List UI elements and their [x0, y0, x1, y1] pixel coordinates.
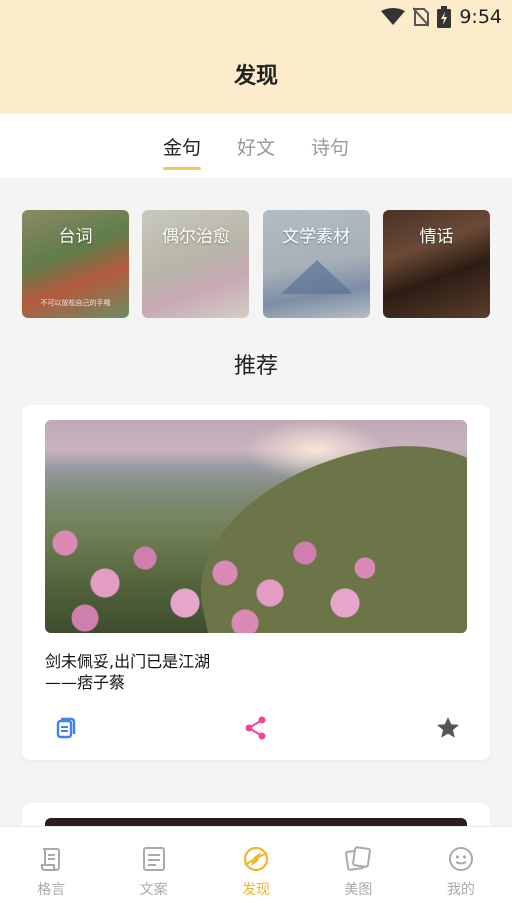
section-title: 推荐 [233, 354, 278, 379]
document-icon [142, 847, 165, 871]
tab-good-articles[interactable]: 好文 [237, 127, 275, 166]
nav-label: 文案 [139, 882, 168, 898]
card-actions [45, 715, 467, 741]
nav-label: 发现 [242, 882, 271, 898]
star-icon[interactable] [435, 715, 461, 741]
compass-icon [243, 846, 269, 872]
pictures-icon [345, 846, 372, 871]
flowers [45, 483, 375, 633]
category-label: 文学素材 [282, 227, 351, 247]
nav-label: 我的 [446, 882, 475, 898]
status-time: 9:54 [459, 6, 502, 28]
copy-icon[interactable] [51, 715, 77, 741]
tab-poetry[interactable]: 诗句 [311, 127, 349, 166]
category-tile-literary-material[interactable]: 文学素材 [262, 210, 370, 318]
category-label: 台词 [58, 227, 93, 247]
category-tile-lines[interactable]: 台词 不可以放松自己的手哦 [22, 210, 129, 318]
mountain-illustration [280, 260, 353, 294]
nav-label: 格言 [37, 882, 66, 898]
page-title: 发现 [233, 64, 278, 89]
status-icons: 9:54 [381, 4, 502, 30]
nav-item-copywriting[interactable]: 文案 [102, 827, 204, 911]
no-sim-icon [413, 7, 430, 27]
wifi-icon [381, 8, 406, 25]
category-tiles: 台词 不可以放松自己的手哦 偶尔治愈 文学素材 情话 [22, 210, 490, 318]
category-label: 情话 [419, 227, 454, 247]
nav-item-discover[interactable]: 发现 [205, 827, 307, 911]
card-image [45, 420, 467, 633]
category-label: 偶尔治愈 [161, 227, 230, 247]
tab-bar: 金句 好文 诗句 [0, 114, 512, 178]
nav-item-pictures[interactable]: 美图 [307, 827, 409, 911]
quote-author: ——痞子蔡 [45, 673, 126, 692]
quote-text: 剑未佩妥,出门已是江湖 ——痞子蔡 [45, 651, 465, 693]
category-tile-love-words[interactable]: 情话 [382, 210, 490, 318]
status-bar: 9:54 [0, 0, 512, 34]
quote-line: 剑未佩妥,出门已是江湖 [45, 652, 211, 671]
nav-item-maxims[interactable]: 格言 [0, 827, 102, 911]
bottom-nav: 格言 文案 发现 美图 我的 [0, 826, 512, 911]
category-tile-healing[interactable]: 偶尔治愈 [142, 210, 250, 318]
nav-item-mine[interactable]: 我的 [410, 827, 512, 911]
scroll-icon [41, 848, 61, 871]
recommend-card[interactable]: 剑未佩妥,出门已是江湖 ——痞子蔡 [22, 405, 490, 760]
nav-label: 美图 [344, 882, 373, 898]
battery-charging-icon [437, 6, 452, 28]
face-icon [448, 847, 473, 871]
app-header: 发现 [0, 34, 512, 114]
share-icon[interactable] [243, 715, 269, 741]
tab-golden-sentences[interactable]: 金句 [162, 127, 201, 170]
category-caption: 不可以放松自己的手哦 [40, 299, 111, 307]
